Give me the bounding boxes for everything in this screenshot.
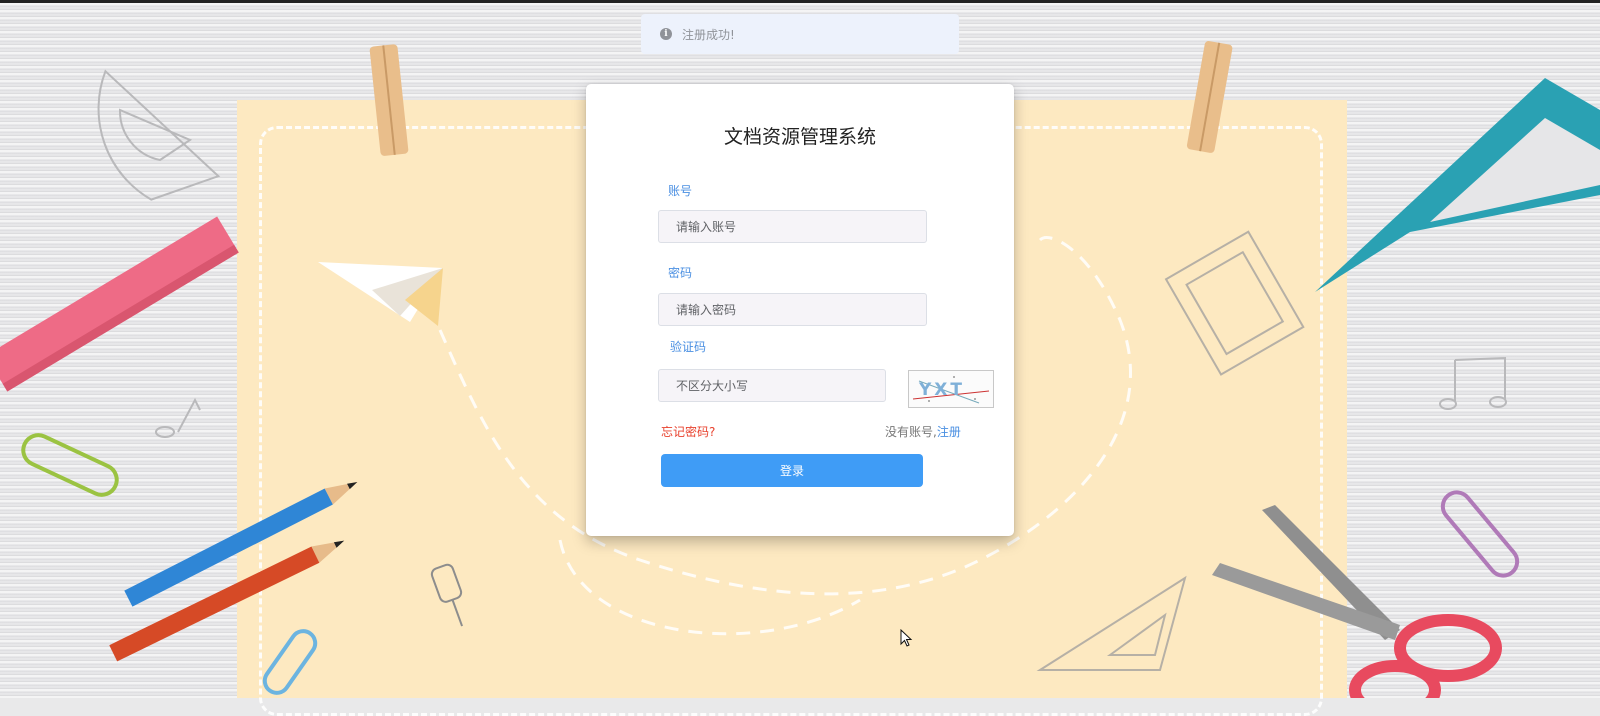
no-account-text: 没有账号, xyxy=(885,425,937,439)
captcha-text: YXT xyxy=(918,380,965,400)
forgot-password-link[interactable]: 忘记密码? xyxy=(661,423,715,440)
captcha-input[interactable] xyxy=(658,369,886,402)
register-prompt: 没有账号,注册 xyxy=(885,423,961,440)
info-icon: i xyxy=(660,28,672,40)
captcha-graphic: YXT xyxy=(912,376,990,404)
toast-message: 注册成功! xyxy=(682,27,735,42)
login-card: 文档资源管理系统 账号 密码 验证码 YXT 忘记密码? 没有账号,注册 登录 xyxy=(586,84,1014,536)
register-link[interactable]: 注册 xyxy=(937,425,961,439)
account-label: 账号 xyxy=(668,184,693,198)
captcha-label: 验证码 xyxy=(670,340,707,354)
password-input[interactable] xyxy=(658,293,927,326)
system-title: 文档资源管理系统 xyxy=(723,126,876,148)
success-toast: i 注册成功! xyxy=(641,14,959,54)
account-input[interactable] xyxy=(658,210,927,243)
password-label: 密码 xyxy=(668,266,693,280)
login-button[interactable]: 登录 xyxy=(661,454,923,487)
mouse-cursor-icon xyxy=(900,629,913,647)
captcha-image[interactable]: YXT xyxy=(908,370,994,408)
